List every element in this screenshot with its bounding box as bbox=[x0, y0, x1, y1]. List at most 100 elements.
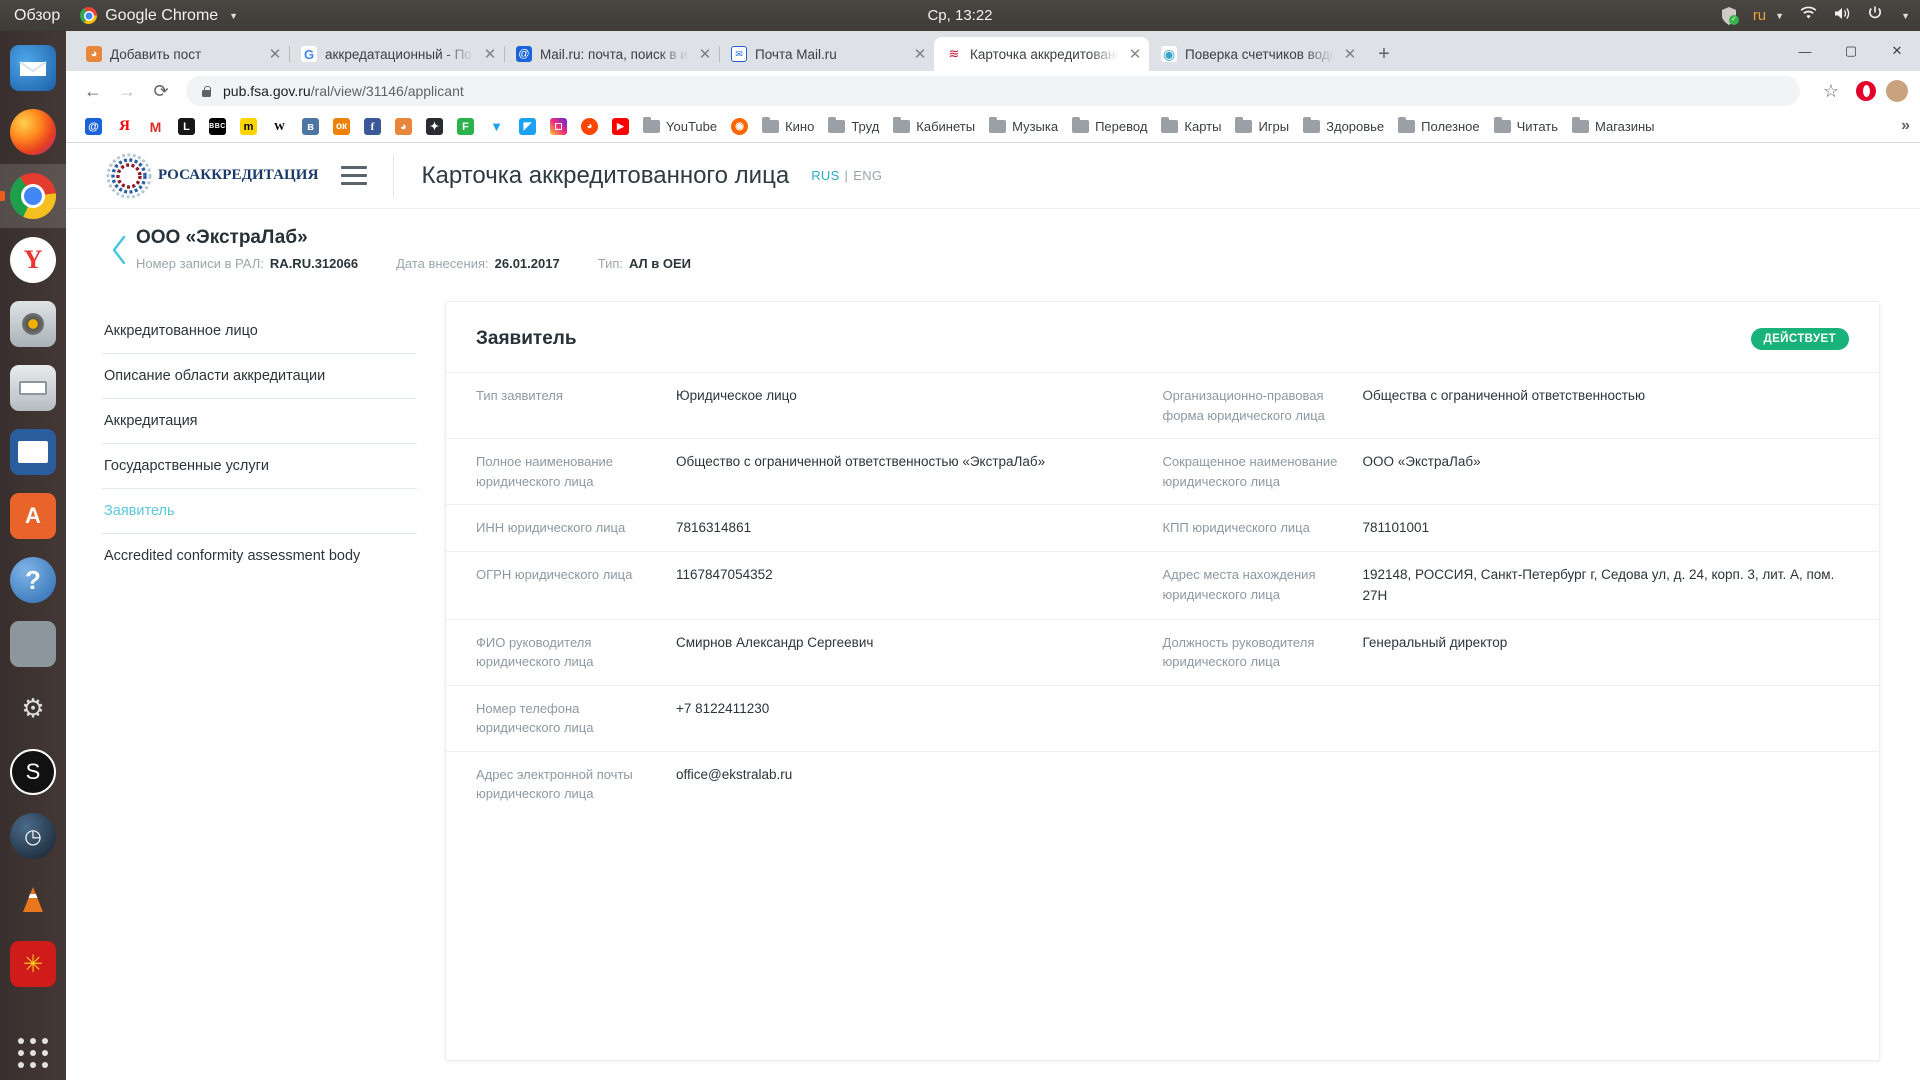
new-tab-button[interactable]: + bbox=[1370, 40, 1398, 68]
folder-icon bbox=[1493, 117, 1511, 133]
bookmark-feedly[interactable]: F bbox=[450, 115, 481, 138]
bookmark-twitter[interactable]: ▼ bbox=[481, 115, 512, 138]
close-icon[interactable]: ✕ bbox=[1342, 46, 1358, 62]
system-clock[interactable]: Ср, 13:22 bbox=[0, 7, 1920, 24]
reload-button[interactable]: ⟳ bbox=[146, 76, 176, 106]
browser-tab-0[interactable]: ◕ Добавить пост ✕ bbox=[74, 37, 290, 71]
table-row: ФИО руководителя юридического лица Смирн… bbox=[446, 618, 1879, 685]
bookmark-reddit[interactable]: ◕ bbox=[574, 115, 605, 138]
sidebar-item-accredited-conformity-assessment-body[interactable]: Accredited conformity assessment body bbox=[102, 534, 417, 578]
bookmark-mailru[interactable]: @ bbox=[78, 115, 109, 138]
address-bar[interactable]: pub.fsa.gov.ru/ral/view/31146/applicant bbox=[186, 76, 1800, 106]
bookmark-vk[interactable]: в bbox=[295, 115, 326, 138]
bookmark-blogger[interactable]: ✦ bbox=[419, 115, 450, 138]
close-icon[interactable]: ✕ bbox=[267, 46, 283, 62]
metrika-icon: m bbox=[240, 118, 257, 135]
sidebar-item-government-services[interactable]: Государственные услуги bbox=[102, 444, 417, 489]
bookmark-bbc[interactable]: BBC bbox=[202, 115, 233, 138]
bookmark-facebook[interactable]: f bbox=[357, 115, 388, 138]
bookmark-livejournal[interactable]: L bbox=[171, 115, 202, 138]
minimize-button[interactable]: — bbox=[1782, 31, 1828, 71]
close-icon[interactable]: ✕ bbox=[697, 46, 713, 62]
launcher-item-libreoffice-impress[interactable] bbox=[0, 420, 66, 484]
launcher-item-steam[interactable]: ◷ bbox=[0, 804, 66, 868]
profile-avatar-icon[interactable] bbox=[1886, 80, 1908, 102]
bookmark-folder-kabinety[interactable]: Кабинеты bbox=[886, 116, 982, 137]
bookmark-pocket[interactable]: ◤ bbox=[512, 115, 543, 138]
power-icon[interactable] bbox=[1867, 5, 1883, 26]
overview-button[interactable]: Обзор bbox=[0, 7, 74, 25]
launcher-item-help[interactable]: ? bbox=[0, 548, 66, 612]
bookmarks-overflow-button[interactable]: » bbox=[1901, 117, 1910, 135]
lang-rus[interactable]: RUS bbox=[811, 168, 839, 183]
bookmark-gmail[interactable]: M bbox=[140, 115, 171, 138]
bookmark-star-icon[interactable]: ☆ bbox=[1816, 76, 1846, 106]
bookmark-folder-perevod[interactable]: Перевод bbox=[1065, 116, 1154, 137]
browser-tab-4[interactable]: ≋ Карточка аккредитованного лица ✕ bbox=[934, 37, 1149, 71]
opera-extension-icon[interactable] bbox=[1856, 81, 1876, 101]
bookmark-folder-trud[interactable]: Труд bbox=[821, 116, 886, 137]
bookmark-instagram[interactable]: ◻ bbox=[543, 115, 574, 138]
bookmark-folder-chitat[interactable]: Читать bbox=[1487, 116, 1565, 137]
close-window-button[interactable]: ✕ bbox=[1874, 31, 1920, 71]
bookmark-label: Перевод bbox=[1095, 119, 1148, 134]
browser-tab-3[interactable]: ✉ Почта Mail.ru ✕ bbox=[719, 37, 934, 71]
maximize-button[interactable]: ▢ bbox=[1828, 31, 1874, 71]
tab-label: Поверка счетчиков воды bbox=[1185, 46, 1334, 62]
bookmark-folder-kino[interactable]: Кино bbox=[755, 116, 821, 137]
bookmark-folder-igry[interactable]: Игры bbox=[1228, 116, 1296, 137]
launcher-item-yandex-browser[interactable]: Y bbox=[0, 228, 66, 292]
table-row: Полное наименование юридического лица Об… bbox=[446, 438, 1879, 504]
close-icon[interactable]: ✕ bbox=[912, 46, 928, 62]
sidebar-item-scope-description[interactable]: Описание области аккредитации bbox=[102, 354, 417, 399]
back-button[interactable]: ← bbox=[78, 76, 108, 106]
back-chevron-icon[interactable] bbox=[102, 227, 136, 273]
close-icon[interactable]: ✕ bbox=[482, 46, 498, 62]
bookmark-youtube-play[interactable]: ▶ bbox=[605, 115, 636, 138]
sidebar-item-accredited-entity[interactable]: Аккредитованное лицо bbox=[102, 309, 417, 354]
wifi-icon[interactable] bbox=[1799, 6, 1818, 26]
youtube-play-icon: ▶ bbox=[612, 118, 629, 135]
forward-button[interactable]: → bbox=[112, 76, 142, 106]
browser-tab-2[interactable]: @ Mail.ru: почта, поиск в интернете ✕ bbox=[504, 37, 720, 71]
chevron-down-icon[interactable]: ▼ bbox=[1901, 11, 1910, 21]
launcher-item-files[interactable] bbox=[0, 356, 66, 420]
launcher-item-rhythmbox[interactable] bbox=[0, 292, 66, 356]
menu-burger-button[interactable] bbox=[340, 166, 367, 185]
launcher-item-google-chrome[interactable] bbox=[0, 164, 66, 228]
launcher-item-obs-studio[interactable]: S bbox=[0, 740, 66, 804]
browser-tab-5[interactable]: ◉ Поверка счетчиков воды ✕ bbox=[1149, 37, 1364, 71]
shield-ok-icon[interactable]: ✓ bbox=[1720, 6, 1739, 26]
bookmark-folder-magaziny[interactable]: Магазины bbox=[1565, 116, 1662, 137]
keyboard-layout-indicator[interactable]: ru ▼ bbox=[1753, 7, 1784, 24]
sidebar-item-applicant[interactable]: Заявитель bbox=[102, 489, 417, 534]
bookmark-odnoklassniki[interactable]: ок bbox=[326, 115, 357, 138]
bookmark-kinopoisk[interactable]: ◉ bbox=[724, 115, 755, 138]
wikipedia-icon: W bbox=[271, 118, 288, 135]
app-menu-google-chrome[interactable]: Google Chrome ▼ bbox=[74, 7, 244, 25]
firefox-icon bbox=[10, 109, 56, 155]
bookmark-folder-muzyka[interactable]: Музыка bbox=[982, 116, 1065, 137]
bookmark-yandex[interactable]: Я bbox=[109, 115, 140, 138]
bookmark-folder-youtube[interactable]: YouTube bbox=[636, 116, 724, 137]
volume-icon[interactable] bbox=[1833, 6, 1852, 26]
bookmark-folder-zdorovye[interactable]: Здоровье bbox=[1296, 116, 1391, 137]
bookmark-metrika[interactable]: m bbox=[233, 115, 264, 138]
launcher-item-thunderbird[interactable] bbox=[0, 36, 66, 100]
launcher-item-vlc[interactable] bbox=[0, 868, 66, 932]
launcher-item-firefox[interactable] bbox=[0, 100, 66, 164]
sidebar-item-accreditation[interactable]: Аккредитация bbox=[102, 399, 417, 444]
bookmark-folder-poleznoe[interactable]: Полезное bbox=[1391, 116, 1486, 137]
launcher-item-archive-manager[interactable]: ✳ bbox=[0, 932, 66, 996]
browser-tab-1[interactable]: G аккредатационный - Поиск ✕ bbox=[289, 37, 505, 71]
launcher-item-calculator[interactable] bbox=[0, 612, 66, 676]
lang-eng[interactable]: ENG bbox=[853, 168, 882, 183]
close-icon[interactable]: ✕ bbox=[1127, 46, 1143, 62]
launcher-item-system-tools[interactable]: ⚙ bbox=[0, 676, 66, 740]
launcher-item-ubuntu-software[interactable]: A bbox=[0, 484, 66, 548]
bookmark-folder-karty[interactable]: Карты bbox=[1154, 116, 1228, 137]
bookmark-wikipedia[interactable]: W bbox=[264, 115, 295, 138]
site-logo[interactable]: РОСАККРЕДИТАЦИЯ bbox=[102, 152, 319, 200]
bookmark-wordpress[interactable]: ◕ bbox=[388, 115, 419, 138]
show-applications-button[interactable] bbox=[0, 1038, 66, 1068]
